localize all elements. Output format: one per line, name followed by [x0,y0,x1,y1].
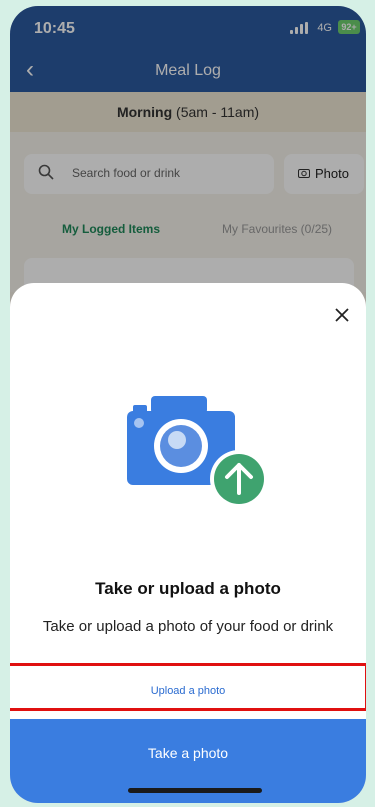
upload-arrow-icon [210,450,268,508]
close-icon[interactable] [332,305,352,325]
camera-upload-illustration [127,396,268,508]
take-photo-label: Take a photo [147,745,229,761]
home-indicator [128,788,262,793]
upload-photo-button[interactable]: Upload a photo [10,665,366,717]
sheet-title: Take or upload a photo [95,579,281,598]
sheet-description: Take or upload a photo of your food or d… [42,618,334,635]
phone-screen: 10:45 4G 92+ ‹ Meal Log Morning (5am - 1… [10,6,366,803]
photo-bottom-sheet: Take or upload a photo Take or upload a … [10,283,366,803]
